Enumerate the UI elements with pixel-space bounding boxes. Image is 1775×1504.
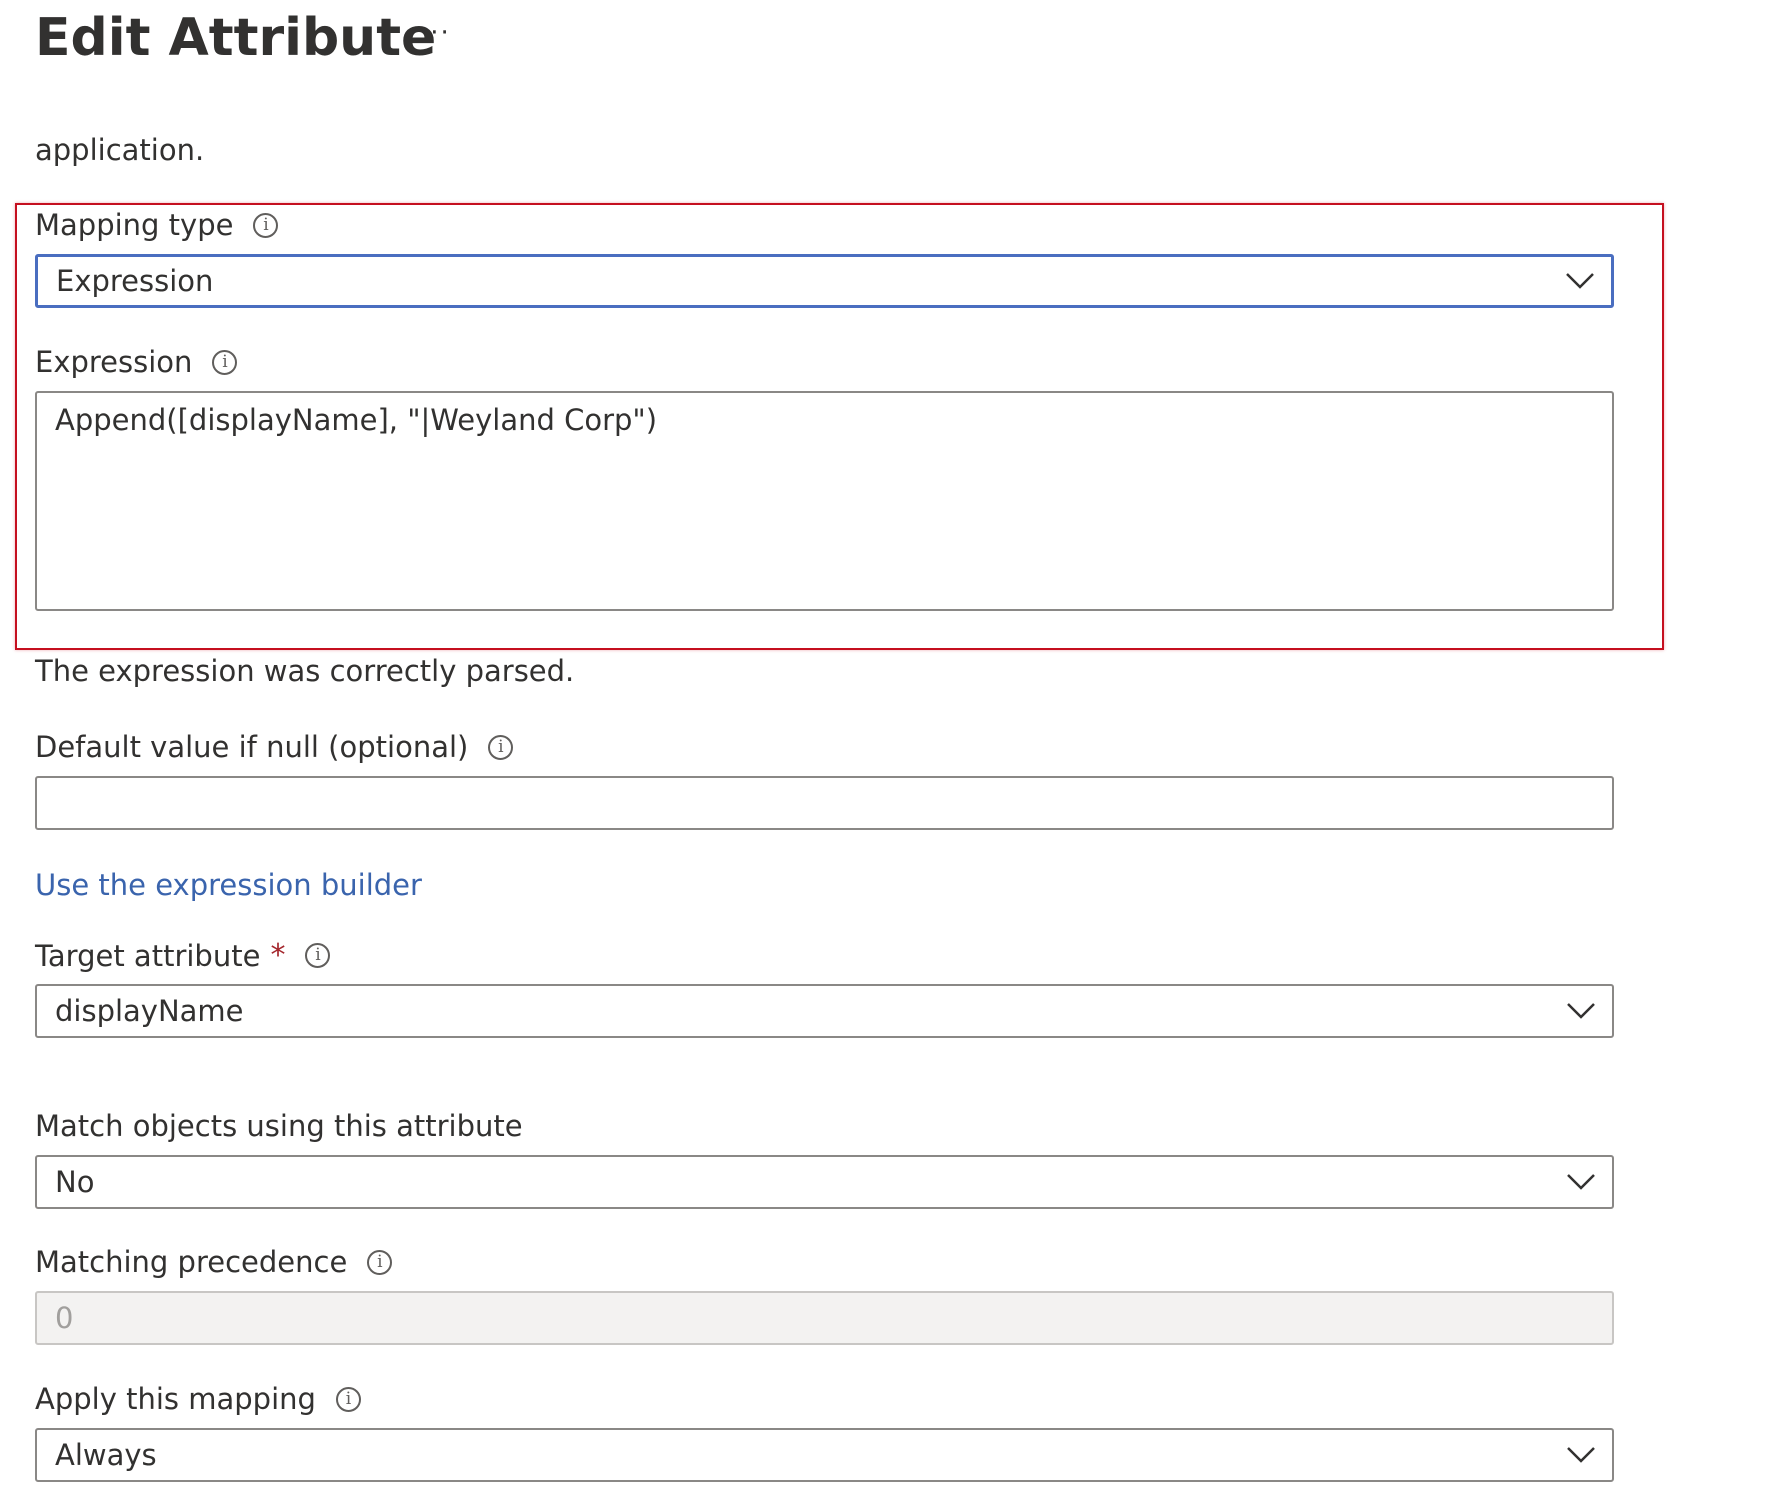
matching-precedence-label: Matching precedence i [35,1245,393,1279]
match-objects-value: No [55,1165,95,1199]
more-options-button[interactable]: ··· [420,18,451,48]
edit-attribute-panel: Edit Attribute ··· application. Mapping … [0,0,1775,1504]
match-objects-label-text: Match objects using this attribute [35,1109,523,1143]
mapping-type-value: Expression [56,264,214,298]
parse-status-text: The expression was correctly parsed. [35,654,575,688]
info-icon[interactable]: i [335,1386,361,1412]
mapping-type-label-text: Mapping type [35,208,234,242]
expression-textarea[interactable]: Append([displayName], "|Weyland Corp") [35,391,1614,611]
info-icon[interactable]: i [488,734,514,760]
default-value-label: Default value if null (optional) i [35,730,514,764]
apply-mapping-label-text: Apply this mapping [35,1382,316,1416]
target-attribute-label-text: Target attribute [35,938,261,973]
target-attribute-dropdown[interactable]: displayName [35,984,1614,1038]
matching-precedence-label-text: Matching precedence [35,1245,348,1279]
info-icon[interactable]: i [305,943,331,968]
chevron-down-icon [1566,273,1594,289]
apply-mapping-value: Always [55,1438,157,1472]
expression-builder-link[interactable]: Use the expression builder [35,868,422,902]
page-title: Edit Attribute [35,8,437,68]
mapping-type-label: Mapping type i [35,208,279,242]
description-text: application. [35,133,205,167]
match-objects-dropdown[interactable]: No [35,1155,1614,1209]
required-indicator: * [270,938,286,973]
chevron-down-icon [1567,1447,1595,1463]
match-objects-label: Match objects using this attribute [35,1109,523,1143]
expression-label: Expression i [35,345,238,379]
info-icon[interactable]: i [367,1249,393,1275]
target-attribute-label: Target attribute * i [35,938,331,973]
matching-precedence-input: 0 [35,1291,1614,1345]
default-value-input[interactable] [35,776,1614,830]
chevron-down-icon [1567,1003,1595,1019]
mapping-type-dropdown[interactable]: Expression [35,254,1614,308]
info-icon[interactable]: i [253,212,279,238]
expression-value: Append([displayName], "|Weyland Corp") [55,403,658,437]
info-icon[interactable]: i [212,349,238,375]
target-attribute-value: displayName [55,994,244,1028]
chevron-down-icon [1567,1174,1595,1190]
matching-precedence-value: 0 [55,1301,74,1335]
apply-mapping-dropdown[interactable]: Always [35,1428,1614,1482]
default-value-label-text: Default value if null (optional) [35,730,469,764]
apply-mapping-label: Apply this mapping i [35,1382,361,1416]
expression-label-text: Expression [35,345,193,379]
